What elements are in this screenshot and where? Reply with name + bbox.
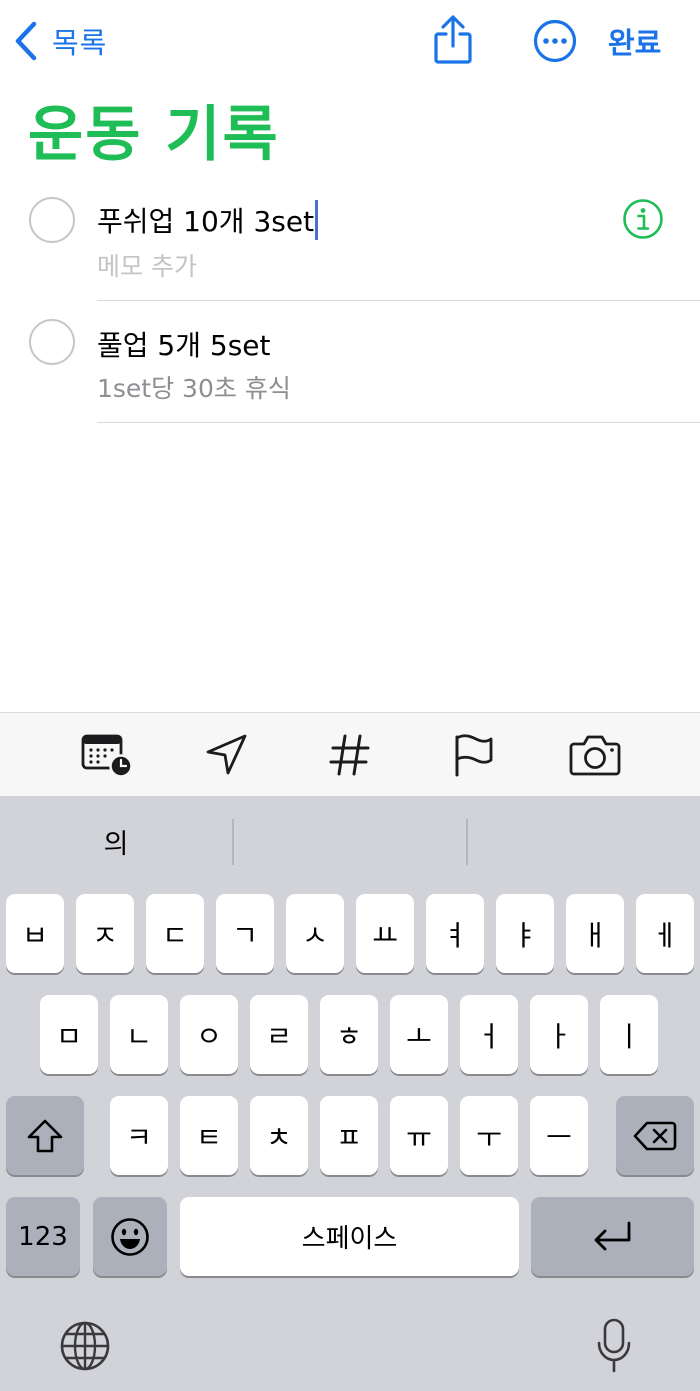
key-yo[interactable]: ㅛ bbox=[356, 894, 414, 973]
key-mieum[interactable]: ㅁ bbox=[40, 995, 98, 1074]
suggestion-1[interactable]: 의 bbox=[0, 816, 232, 866]
key-a[interactable]: ㅏ bbox=[530, 995, 588, 1074]
shift-arrow-icon bbox=[27, 1119, 63, 1152]
key-yeo[interactable]: ㅕ bbox=[426, 894, 484, 973]
camera-icon bbox=[569, 735, 621, 776]
globe-button[interactable] bbox=[59, 1320, 111, 1372]
key-chieut[interactable]: ㅊ bbox=[250, 1096, 308, 1175]
done-button[interactable]: 완료 bbox=[608, 20, 661, 62]
key-siot[interactable]: ㅅ bbox=[286, 894, 344, 973]
ellipsis-circle-icon bbox=[533, 19, 577, 63]
suggestion-3[interactable] bbox=[468, 816, 700, 866]
korean-keyboard: 의 ㅂ ㅈ ㄷ ㄱ ㅅ ㅛ ㅕ ㅑ ㅐ ㅔ ㅁ ㄴ ㅇ ㄹ ㅎ ㅗ ㅓ ㅏ ㅣ … bbox=[0, 796, 700, 1391]
date-time-button[interactable] bbox=[80, 731, 133, 779]
space-key[interactable]: 스페이스 bbox=[180, 1197, 519, 1276]
key-u[interactable]: ㅜ bbox=[460, 1096, 518, 1175]
tag-button[interactable] bbox=[324, 731, 376, 779]
key-e[interactable]: ㅔ bbox=[636, 894, 694, 973]
info-icon bbox=[623, 199, 663, 239]
key-yu[interactable]: ㅠ bbox=[390, 1096, 448, 1175]
location-button[interactable] bbox=[200, 731, 252, 779]
key-rieul[interactable]: ㄹ bbox=[250, 995, 308, 1074]
key-o[interactable]: ㅗ bbox=[390, 995, 448, 1074]
return-arrow-icon bbox=[594, 1221, 630, 1250]
key-jieut[interactable]: ㅈ bbox=[76, 894, 134, 973]
back-button-label: 목록 bbox=[52, 26, 108, 60]
chevron-left-icon bbox=[15, 21, 37, 61]
back-button[interactable]: 목록 bbox=[14, 18, 107, 64]
navigation-bar: 목록 완료 bbox=[0, 0, 700, 84]
reminder-title-text[interactable]: 풀업 5개 5set bbox=[97, 324, 271, 364]
quick-toolbar bbox=[0, 712, 700, 796]
calendar-clock-icon bbox=[81, 734, 133, 778]
backspace-key[interactable] bbox=[616, 1096, 694, 1175]
row-separator bbox=[97, 300, 700, 301]
dictation-button[interactable] bbox=[596, 1317, 632, 1375]
key-nieun[interactable]: ㄴ bbox=[110, 995, 168, 1074]
globe-icon bbox=[60, 1321, 110, 1371]
row-separator bbox=[97, 422, 700, 423]
info-button[interactable] bbox=[622, 198, 664, 240]
camera-button[interactable] bbox=[568, 731, 621, 779]
more-options-button[interactable] bbox=[532, 18, 578, 64]
key-hieut[interactable]: ㅎ bbox=[320, 995, 378, 1074]
reminder-title-field[interactable]: 푸쉬업 10개 3set bbox=[97, 200, 319, 243]
key-digeut[interactable]: ㄷ bbox=[146, 894, 204, 973]
emoji-key[interactable] bbox=[93, 1197, 167, 1276]
flag-icon bbox=[455, 734, 493, 777]
hashtag-icon bbox=[329, 734, 370, 776]
location-arrow-icon bbox=[206, 734, 247, 775]
add-note-field[interactable]: 메모 추가 bbox=[97, 247, 197, 283]
key-tieut[interactable]: ㅌ bbox=[180, 1096, 238, 1175]
key-eu[interactable]: ㅡ bbox=[530, 1096, 588, 1175]
key-i[interactable]: ㅣ bbox=[600, 995, 658, 1074]
shift-key[interactable] bbox=[6, 1096, 84, 1175]
share-icon bbox=[434, 15, 472, 64]
key-kieuk[interactable]: ㅋ bbox=[110, 1096, 168, 1175]
key-ae[interactable]: ㅐ bbox=[566, 894, 624, 973]
emoji-face-icon bbox=[111, 1217, 149, 1256]
key-pieup[interactable]: ㅍ bbox=[320, 1096, 378, 1175]
completion-checkbox[interactable] bbox=[29, 319, 75, 365]
key-eo[interactable]: ㅓ bbox=[460, 995, 518, 1074]
key-giyeok[interactable]: ㄱ bbox=[216, 894, 274, 973]
share-button[interactable] bbox=[430, 14, 476, 66]
list-title: 운동 기록 bbox=[28, 100, 280, 170]
reminder-title-text: 푸쉬업 10개 3set bbox=[97, 205, 315, 238]
suggestion-2[interactable] bbox=[234, 816, 466, 866]
key-ieung[interactable]: ㅇ bbox=[180, 995, 238, 1074]
key-ya[interactable]: ㅑ bbox=[496, 894, 554, 973]
delete-backward-icon bbox=[633, 1121, 677, 1150]
reminder-note-text[interactable]: 1set당 30초 휴식 bbox=[97, 369, 291, 405]
key-bieup[interactable]: ㅂ bbox=[6, 894, 64, 973]
numbers-key[interactable]: 123 bbox=[6, 1197, 80, 1276]
flag-button[interactable] bbox=[447, 731, 499, 779]
completion-checkbox[interactable] bbox=[29, 197, 75, 243]
microphone-icon bbox=[597, 1318, 631, 1373]
return-key[interactable] bbox=[531, 1197, 694, 1276]
text-cursor bbox=[315, 200, 319, 240]
